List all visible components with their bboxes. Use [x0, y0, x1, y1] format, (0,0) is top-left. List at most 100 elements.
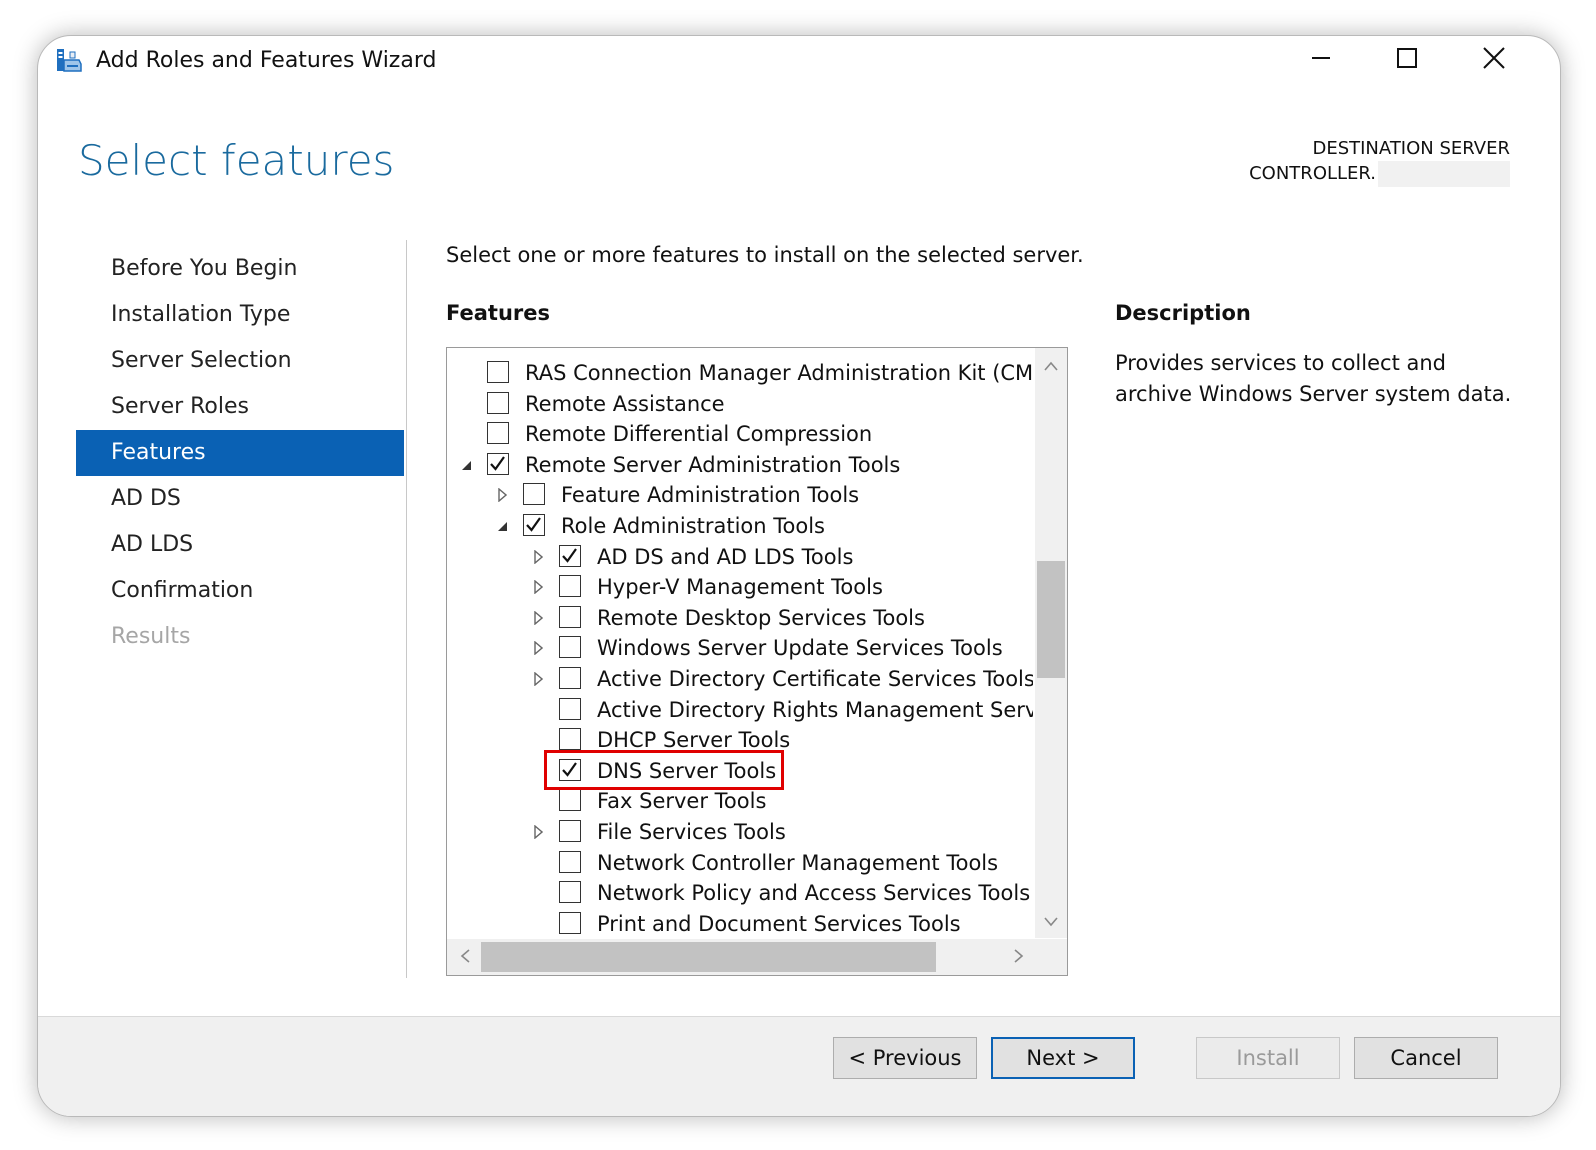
feature-checkbox[interactable]: [559, 911, 581, 934]
feature-label[interactable]: Role Administration Tools: [561, 512, 825, 540]
scroll-up-arrow[interactable]: [1035, 350, 1067, 380]
feature-checkbox[interactable]: [487, 391, 509, 414]
feature-row[interactable]: DHCP Server Tools: [447, 725, 1033, 755]
feature-label[interactable]: Network Policy and Access Services Tools: [597, 879, 1030, 907]
feature-row[interactable]: DNS Server Tools: [447, 756, 1033, 786]
feature-label[interactable]: Active Directory Certificate Services To…: [597, 665, 1033, 693]
close-button[interactable]: [1451, 36, 1537, 84]
feature-row[interactable]: File Services Tools: [447, 817, 1033, 847]
feature-row[interactable]: Active Directory Rights Management Servi…: [447, 695, 1033, 725]
feature-label[interactable]: DHCP Server Tools: [597, 726, 790, 754]
feature-checkbox[interactable]: [487, 361, 509, 383]
checkmark-icon: [490, 456, 505, 471]
feature-checkbox[interactable]: [559, 789, 581, 812]
feature-checkbox[interactable]: [523, 514, 545, 536]
feature-row[interactable]: Windows Server Update Services Tools: [447, 633, 1033, 663]
feature-label[interactable]: Hyper-V Management Tools: [597, 573, 883, 601]
feature-row[interactable]: AD DS and AD LDS Tools: [447, 542, 1033, 572]
window-title: Add Roles and Features Wizard: [96, 48, 437, 73]
feature-row[interactable]: Remote Differential Compression: [447, 419, 1033, 449]
feature-label[interactable]: RAS Connection Manager Administration Ki…: [525, 359, 1033, 387]
feature-row[interactable]: Network Controller Management Tools: [447, 848, 1033, 878]
feature-row[interactable]: Network Policy and Access Services Tools: [447, 878, 1033, 908]
previous-button[interactable]: < Previous: [833, 1037, 977, 1079]
feature-checkbox[interactable]: [559, 667, 581, 689]
feature-row[interactable]: Print and Document Services Tools: [447, 909, 1033, 936]
features-tree[interactable]: RAS Connection Manager Administration Ki…: [446, 347, 1068, 976]
chevron-up-icon: [1044, 356, 1058, 375]
feature-label[interactable]: Print and Document Services Tools: [597, 910, 961, 936]
feature-label[interactable]: Remote Differential Compression: [525, 420, 872, 448]
chevron-right-icon: [1014, 948, 1024, 967]
nav-item-server-roles[interactable]: Server Roles: [76, 384, 404, 430]
horizontal-scroll-thumb[interactable]: [481, 942, 936, 972]
minimize-button[interactable]: [1278, 36, 1364, 84]
feature-row[interactable]: Remote Assistance: [447, 389, 1033, 419]
feature-label[interactable]: Windows Server Update Services Tools: [597, 634, 1003, 662]
feature-row[interactable]: Fax Server Tools: [447, 786, 1033, 816]
feature-checkbox[interactable]: [559, 820, 581, 842]
nav-item-ad-ds[interactable]: AD DS: [76, 476, 404, 522]
collapsed-triangle-icon[interactable]: [531, 638, 545, 658]
feature-checkbox[interactable]: [559, 881, 581, 904]
nav-item-before-you-begin[interactable]: Before You Begin: [76, 246, 404, 292]
collapsed-triangle-icon[interactable]: [495, 485, 509, 505]
feature-label[interactable]: Remote Assistance: [525, 390, 725, 418]
feature-label[interactable]: Remote Desktop Services Tools: [597, 604, 925, 632]
chevron-left-icon: [460, 948, 470, 967]
feature-row[interactable]: RAS Connection Manager Administration Ki…: [447, 358, 1033, 388]
collapsed-triangle-icon[interactable]: [531, 669, 545, 689]
feature-row[interactable]: Feature Administration Tools: [447, 480, 1033, 510]
collapsed-triangle-icon[interactable]: [531, 577, 545, 597]
nav-item-ad-lds[interactable]: AD LDS: [76, 522, 404, 568]
cancel-button[interactable]: Cancel: [1354, 1037, 1498, 1079]
feature-checkbox[interactable]: [559, 758, 581, 781]
feature-checkbox[interactable]: [559, 605, 581, 628]
vertical-scroll-thumb[interactable]: [1037, 561, 1065, 678]
feature-row[interactable]: Hyper-V Management Tools: [447, 572, 1033, 602]
feature-row[interactable]: Remote Server Administration Tools: [447, 450, 1033, 480]
feature-label[interactable]: File Services Tools: [597, 818, 786, 846]
nav-item-server-selection[interactable]: Server Selection: [76, 338, 404, 384]
next-button[interactable]: Next >: [991, 1037, 1135, 1079]
feature-row[interactable]: Remote Desktop Services Tools: [447, 603, 1033, 633]
collapsed-triangle-icon[interactable]: [531, 822, 545, 842]
wizard-footer: < Previous Next > Install Cancel: [38, 1016, 1560, 1116]
maximize-button[interactable]: [1364, 36, 1450, 84]
scroll-down-arrow[interactable]: [1035, 906, 1067, 936]
feature-label[interactable]: Fax Server Tools: [597, 787, 766, 815]
nav-item-confirmation[interactable]: Confirmation: [76, 568, 404, 614]
feature-checkbox[interactable]: [559, 850, 581, 873]
feature-checkbox[interactable]: [559, 697, 581, 720]
vertical-scrollbar[interactable]: [1035, 348, 1067, 938]
collapsed-triangle-icon[interactable]: [531, 608, 545, 628]
feature-label[interactable]: Network Controller Management Tools: [597, 849, 998, 877]
feature-checkbox[interactable]: [487, 452, 509, 475]
feature-checkbox[interactable]: [523, 483, 545, 506]
expanded-triangle-icon[interactable]: [459, 455, 473, 475]
feature-label[interactable]: AD DS and AD LDS Tools: [597, 543, 853, 571]
checkmark-icon: [562, 547, 577, 563]
nav-item-installation-type[interactable]: Installation Type: [76, 292, 404, 338]
collapsed-triangle-icon[interactable]: [531, 547, 545, 567]
scroll-right-arrow[interactable]: [1003, 939, 1035, 975]
nav-item-features[interactable]: Features: [76, 430, 404, 476]
feature-checkbox[interactable]: [559, 575, 581, 598]
feature-label[interactable]: Active Directory Rights Management Servi…: [597, 696, 1033, 724]
horizontal-scrollbar[interactable]: [447, 939, 1067, 975]
scroll-left-arrow[interactable]: [449, 939, 481, 975]
expanded-triangle-icon[interactable]: [495, 516, 509, 536]
redacted-area: [1378, 161, 1510, 187]
minimize-icon: [1310, 47, 1332, 73]
feature-label[interactable]: Remote Server Administration Tools: [525, 451, 900, 479]
feature-checkbox[interactable]: [487, 422, 509, 445]
feature-checkbox[interactable]: [559, 636, 581, 659]
feature-checkbox[interactable]: [559, 544, 581, 567]
wizard-steps-nav: Before You Begin Installation Type Server …: [76, 246, 404, 660]
feature-label[interactable]: DNS Server Tools: [597, 757, 776, 785]
destination-server-label: DESTINATION SERVER: [1312, 138, 1510, 159]
feature-checkbox[interactable]: [559, 728, 581, 751]
feature-row[interactable]: Active Directory Certificate Services To…: [447, 664, 1033, 694]
feature-row[interactable]: Role Administration Tools: [447, 511, 1033, 541]
feature-label[interactable]: Feature Administration Tools: [561, 481, 859, 509]
